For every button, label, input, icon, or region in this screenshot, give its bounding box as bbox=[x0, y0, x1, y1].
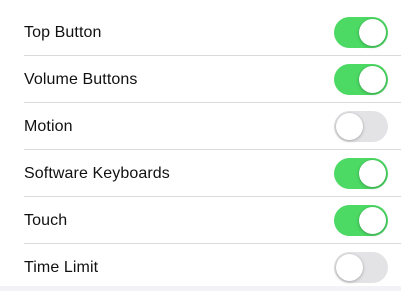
time-limit-label: Time Limit bbox=[24, 259, 99, 276]
settings-list: Top Button Volume Buttons Motion Softwar… bbox=[0, 0, 401, 286]
motion-label: Motion bbox=[24, 118, 73, 135]
settings-row-time-limit: Time Limit bbox=[0, 244, 401, 291]
software-keyboards-toggle[interactable] bbox=[334, 158, 388, 189]
volume-buttons-toggle[interactable] bbox=[334, 64, 388, 95]
touch-toggle[interactable] bbox=[334, 205, 388, 236]
settings-row-volume-buttons: Volume Buttons bbox=[0, 56, 401, 103]
toggle-knob bbox=[359, 207, 386, 234]
top-button-label: Top Button bbox=[24, 24, 102, 41]
toggle-knob bbox=[359, 19, 386, 46]
settings-row-software-keyboards: Software Keyboards bbox=[0, 150, 401, 197]
toggle-knob bbox=[359, 66, 386, 93]
settings-row-top-button: Top Button bbox=[0, 9, 401, 56]
toggle-knob bbox=[336, 113, 363, 140]
settings-row-touch: Touch bbox=[0, 197, 401, 244]
toggle-knob bbox=[336, 254, 363, 281]
time-limit-toggle[interactable] bbox=[334, 252, 388, 283]
touch-label: Touch bbox=[24, 212, 68, 229]
motion-toggle[interactable] bbox=[334, 111, 388, 142]
settings-row-motion: Motion bbox=[0, 103, 401, 150]
toggle-knob bbox=[359, 160, 386, 187]
software-keyboards-label: Software Keyboards bbox=[24, 165, 170, 182]
volume-buttons-label: Volume Buttons bbox=[24, 71, 138, 88]
top-button-toggle[interactable] bbox=[334, 17, 388, 48]
